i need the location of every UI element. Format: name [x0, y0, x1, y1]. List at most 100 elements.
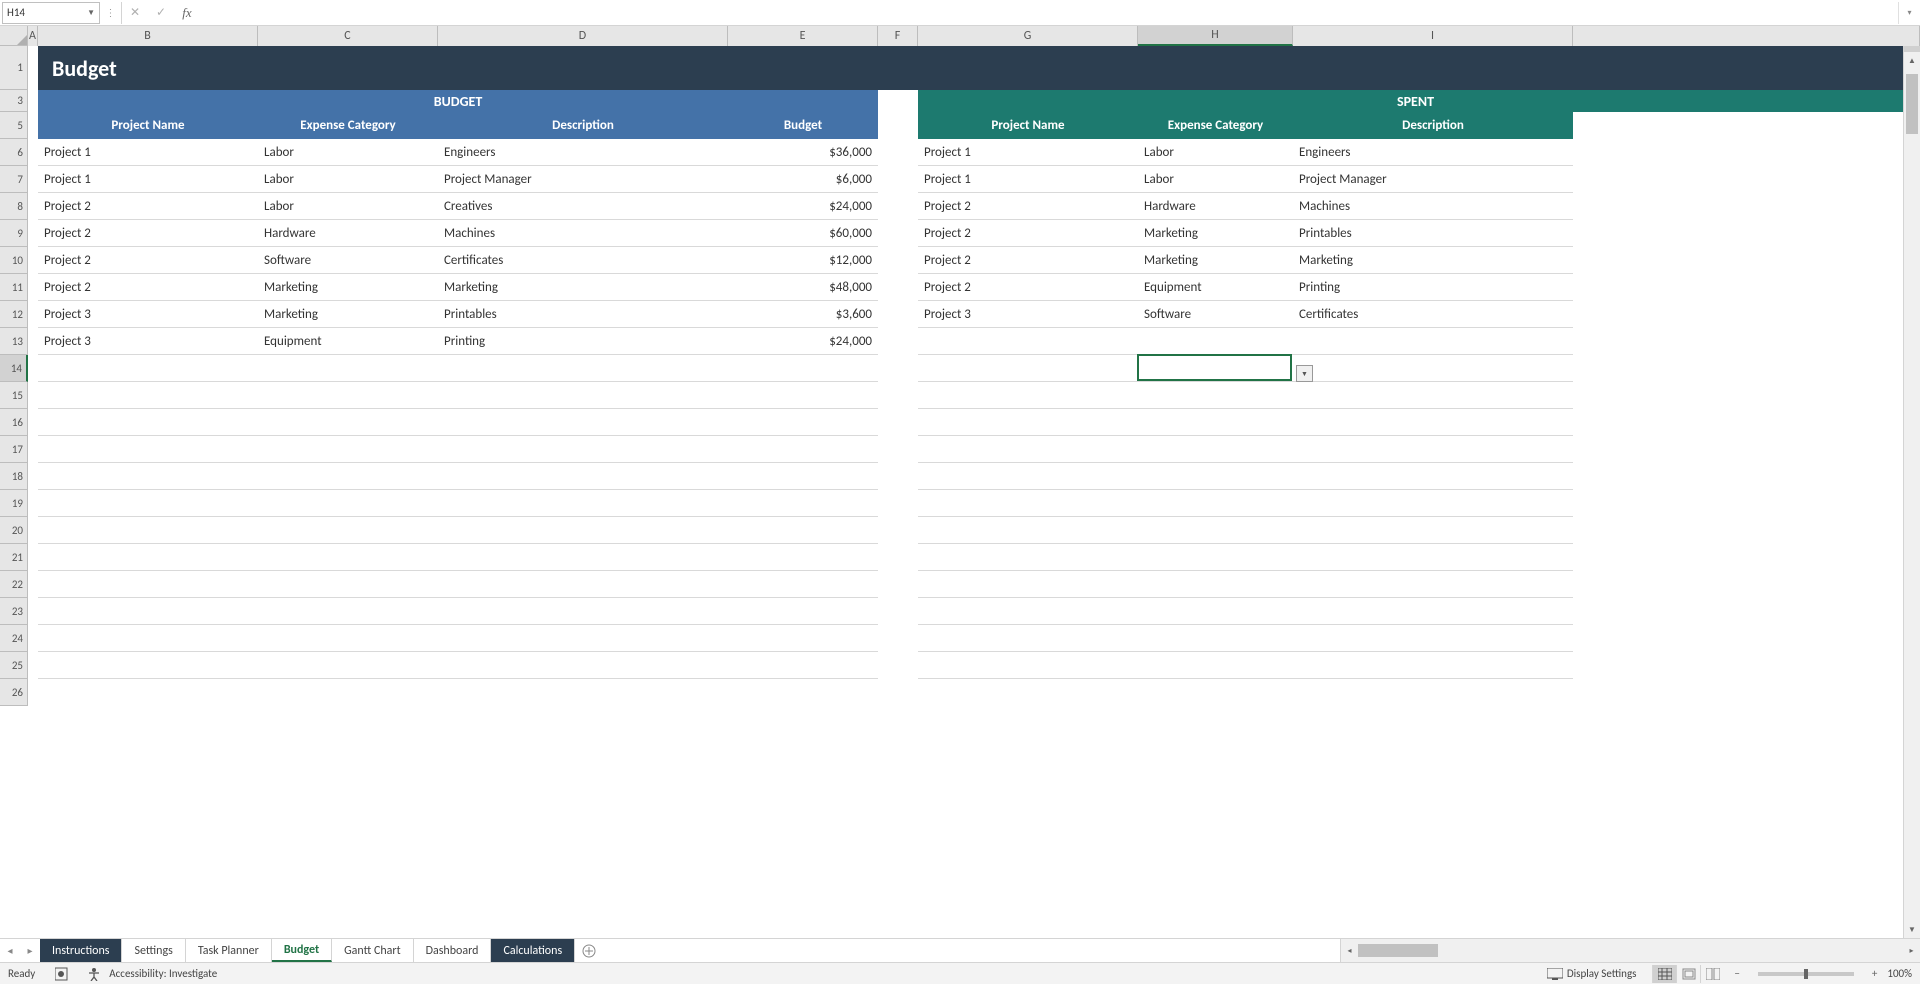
row-header-6[interactable]: 6 [0, 139, 28, 166]
spent-cell[interactable]: Labor [1138, 166, 1293, 193]
row-header-26[interactable]: 26 [0, 679, 28, 706]
budget-th-0[interactable]: Project Name [38, 112, 258, 139]
budget-cell[interactable] [728, 517, 878, 544]
spent-cell[interactable] [918, 544, 1138, 571]
budget-cell[interactable] [258, 355, 438, 382]
sheet-tab-settings[interactable]: Settings [122, 939, 185, 962]
budget-cell[interactable]: Software [258, 247, 438, 274]
budget-cell[interactable]: Project 1 [38, 139, 258, 166]
column-header-rest[interactable] [1573, 26, 1920, 46]
budget-cell[interactable] [38, 490, 258, 517]
budget-cell[interactable] [38, 571, 258, 598]
macro-record-icon[interactable] [55, 967, 69, 981]
row-header-23[interactable]: 23 [0, 598, 28, 625]
budget-cell[interactable] [258, 544, 438, 571]
status-display[interactable]: Display Settings [1567, 967, 1637, 980]
spent-cell[interactable] [918, 328, 1138, 355]
column-header-C[interactable]: C [258, 26, 438, 46]
budget-cell[interactable]: Project 2 [38, 274, 258, 301]
spent-cell[interactable]: Marketing [1138, 247, 1293, 274]
row-header-19[interactable]: 19 [0, 490, 28, 517]
spent-cell[interactable] [1138, 652, 1293, 679]
budget-cell[interactable]: Project 2 [38, 193, 258, 220]
accessibility-icon[interactable] [87, 967, 101, 981]
scroll-up-icon[interactable]: ▲ [1904, 52, 1920, 69]
new-sheet-icon[interactable] [575, 939, 603, 962]
zoom-slider[interactable] [1758, 972, 1854, 976]
spent-cell[interactable] [918, 625, 1138, 652]
spent-cell[interactable]: Hardware [1138, 193, 1293, 220]
spent-cell[interactable] [1138, 436, 1293, 463]
horizontal-scrollbar[interactable]: ◂▸ [1340, 939, 1920, 962]
budget-cell[interactable] [258, 625, 438, 652]
spent-cell[interactable]: Marketing [1138, 220, 1293, 247]
row-header-18[interactable]: 18 [0, 463, 28, 490]
budget-cell[interactable]: Machines [438, 220, 728, 247]
budget-cell[interactable]: $6,000 [728, 166, 878, 193]
budget-cell[interactable] [38, 463, 258, 490]
spent-cell[interactable] [918, 490, 1138, 517]
budget-cell[interactable] [728, 652, 878, 679]
budget-cell[interactable]: Engineers [438, 139, 728, 166]
budget-cell[interactable] [438, 517, 728, 544]
spent-cell[interactable]: Project 1 [918, 139, 1138, 166]
budget-cell[interactable]: Project 3 [38, 328, 258, 355]
column-header-E[interactable]: E [728, 26, 878, 46]
budget-cell[interactable] [438, 598, 728, 625]
spent-cell[interactable] [1293, 328, 1573, 355]
sheet-tab-task-planner[interactable]: Task Planner [186, 939, 272, 962]
row-header-15[interactable]: 15 [0, 382, 28, 409]
spent-th-1[interactable]: Expense Category [1138, 112, 1293, 139]
budget-cell[interactable] [438, 355, 728, 382]
budget-cell[interactable] [728, 355, 878, 382]
budget-cell[interactable]: Equipment [258, 328, 438, 355]
check-icon[interactable]: ✓ [148, 2, 174, 24]
budget-cell[interactable] [38, 382, 258, 409]
budget-cell[interactable] [38, 625, 258, 652]
row-header-5[interactable]: 5 [0, 112, 28, 139]
budget-cell[interactable]: $36,000 [728, 139, 878, 166]
column-header-D[interactable]: D [438, 26, 728, 46]
budget-cell[interactable] [438, 409, 728, 436]
budget-cell[interactable] [258, 382, 438, 409]
spent-cell[interactable] [1293, 652, 1573, 679]
budget-cell[interactable]: $48,000 [728, 274, 878, 301]
cell-dropdown-icon[interactable]: ▼ [1296, 365, 1313, 382]
spent-cell[interactable] [918, 652, 1138, 679]
budget-cell[interactable]: Marketing [258, 301, 438, 328]
spent-cell[interactable]: Project 1 [918, 166, 1138, 193]
fx-icon[interactable]: fx [174, 2, 200, 24]
column-header-H[interactable]: H [1138, 26, 1293, 46]
budget-cell[interactable]: $12,000 [728, 247, 878, 274]
budget-cell[interactable] [38, 517, 258, 544]
sheet-tab-instructions[interactable]: Instructions [40, 939, 122, 962]
spent-cell[interactable]: Machines [1293, 193, 1573, 220]
budget-cell[interactable] [438, 652, 728, 679]
spent-cell[interactable] [1293, 463, 1573, 490]
cancel-icon[interactable]: ✕ [122, 2, 148, 24]
row-header-22[interactable]: 22 [0, 571, 28, 598]
sheet-tab-calculations[interactable]: Calculations [491, 939, 575, 962]
budget-th-1[interactable]: Expense Category [258, 112, 438, 139]
sheet-tab-gantt-chart[interactable]: Gantt Chart [332, 939, 414, 962]
spent-cell[interactable] [1293, 355, 1573, 382]
scroll-down-icon[interactable]: ▼ [1904, 921, 1920, 938]
spent-cell[interactable] [1138, 409, 1293, 436]
status-zoom[interactable]: 100% [1887, 967, 1912, 980]
spent-cell[interactable] [918, 571, 1138, 598]
budget-cell[interactable]: Labor [258, 139, 438, 166]
row-header-7[interactable]: 7 [0, 166, 28, 193]
spent-cell[interactable]: Labor [1138, 139, 1293, 166]
budget-cell[interactable]: Certificates [438, 247, 728, 274]
budget-cell[interactable] [728, 571, 878, 598]
spent-cell[interactable] [1138, 598, 1293, 625]
sheet-tab-dashboard[interactable]: Dashboard [414, 939, 492, 962]
status-accessibility[interactable]: Accessibility: Investigate [109, 967, 217, 980]
vertical-scroll-thumb[interactable] [1906, 74, 1918, 134]
budget-cell[interactable] [38, 355, 258, 382]
spent-cell[interactable] [1293, 517, 1573, 544]
budget-cell[interactable] [438, 544, 728, 571]
budget-cell[interactable] [258, 409, 438, 436]
view-page-layout-icon[interactable] [1676, 965, 1700, 983]
budget-cell[interactable] [38, 598, 258, 625]
